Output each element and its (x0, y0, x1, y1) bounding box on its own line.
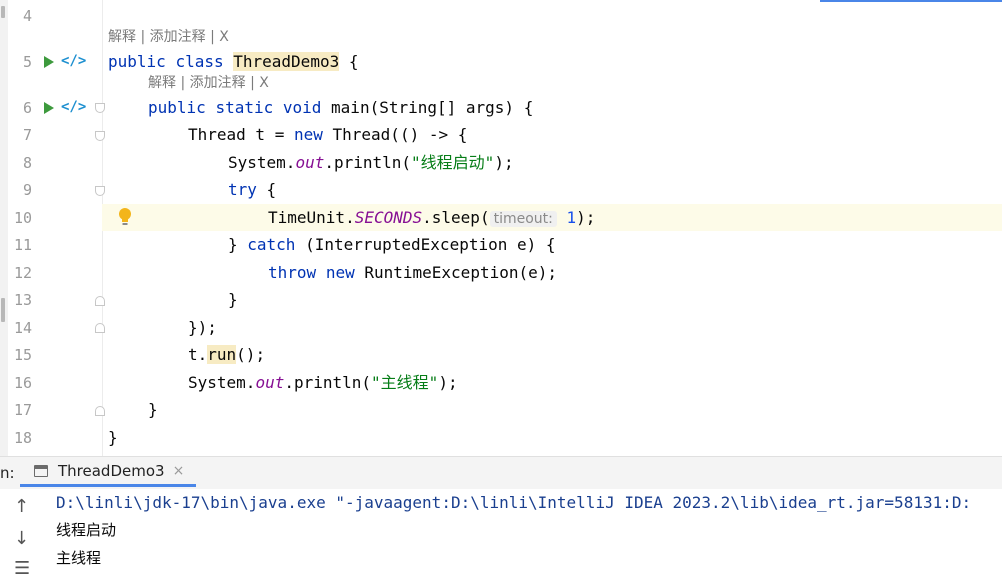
field-name: out (295, 153, 325, 172)
class-name: ThreadDemo3 (233, 52, 340, 71)
code-text: ); (438, 373, 458, 392)
console-command-line: D:\linli\jdk-17\bin\java.exe "-javaagent… (56, 493, 972, 512)
keyword: catch (247, 235, 296, 254)
code-line-14: }); (188, 318, 217, 337)
code-text: (InterruptedException e) { (295, 235, 556, 254)
keyword: new (293, 125, 323, 144)
parameter-hint: timeout: (489, 211, 557, 227)
string-literal: "主线程" (371, 373, 439, 392)
console-window-icon (34, 464, 48, 477)
number-literal: 1 (566, 208, 577, 227)
code-text: System. (188, 373, 256, 392)
code-text: ); (576, 208, 596, 227)
run-tool-window-header: n: ThreadDemo3 × (0, 456, 1002, 490)
keyword: new (325, 263, 355, 282)
code-text: Thread t = (188, 125, 294, 144)
code-vision-hint[interactable]: 解释 | 添加注释 | X (108, 29, 229, 45)
code-line-6: public static void main(String[] args) { (148, 98, 533, 118)
run-tab-label: ThreadDemo3 (58, 461, 165, 480)
keyword: try (228, 180, 257, 199)
code-line-10: TimeUnit.SECONDS.sleep(timeout: 1); (268, 208, 595, 229)
menu-icon[interactable]: ☰ (14, 559, 30, 579)
code-line-16: System.out.println("主线程"); (188, 373, 458, 393)
keyword: public (148, 98, 206, 117)
code-text: System. (228, 153, 296, 172)
arrow-down-icon[interactable]: ↓ (14, 529, 29, 549)
code-text: RuntimeException(e); (354, 263, 558, 282)
code-text: t. (188, 345, 208, 364)
keyword: void (282, 98, 322, 117)
code-text: ); (494, 153, 514, 172)
code-text: } (228, 235, 248, 254)
line-number: 16 (13, 374, 32, 392)
arrow-up-icon[interactable]: ↑ (14, 497, 29, 517)
field-name: SECONDS (354, 208, 423, 227)
code-text: TimeUnit. (268, 208, 355, 227)
code-text: Thread(() -> { (322, 125, 468, 144)
code-text: (); (236, 345, 266, 364)
tool-window-title: n: (0, 464, 15, 482)
code-text: .sleep( (422, 208, 490, 227)
code-editor[interactable]: 解释 | 添加注释 | X 解释 | 添加注释 | X public class… (102, 0, 1002, 456)
code-line-9: try { (228, 180, 276, 200)
field-name: out (255, 373, 285, 392)
keyword: class (175, 52, 224, 71)
code-text: { (256, 180, 277, 199)
line-number: 10 (13, 209, 32, 227)
code-text: .println( (284, 373, 372, 392)
code-line-15: t.run(); (188, 345, 265, 365)
keyword: throw (268, 263, 317, 282)
code-line-7: Thread t = new Thread(() -> { (188, 125, 467, 145)
keyword: static (215, 98, 274, 117)
string-literal: "线程启动" (411, 153, 495, 172)
line-number: 5 (22, 53, 32, 71)
line-number: 9 (22, 181, 32, 199)
line-number: 12 (13, 264, 32, 282)
run-triangle-icon[interactable] (44, 56, 54, 68)
line-number: 4 (22, 7, 32, 25)
console-output-line: 线程启动 (56, 521, 117, 539)
implement-link-icon[interactable]: </> (61, 99, 86, 115)
code-line-11: } catch (InterruptedException e) { (228, 235, 556, 255)
line-number: 6 (22, 99, 32, 117)
line-number: 14 (13, 319, 32, 337)
close-icon[interactable]: × (173, 463, 185, 479)
run-tab[interactable]: ThreadDemo3 × (20, 457, 197, 487)
code-line-13: } (228, 290, 238, 309)
keyword: public (108, 52, 166, 71)
line-number: 15 (13, 346, 32, 364)
line-number: 13 (13, 291, 32, 309)
lightbulb-icon[interactable] (118, 207, 132, 227)
line-number: 7 (22, 126, 32, 144)
console-toolbar: ↑ ↓ ☰ (0, 489, 47, 579)
edge-marker (1, 6, 5, 18)
window-edge (0, 0, 8, 456)
code-line-12: throw new RuntimeException(e); (268, 263, 557, 283)
line-number: 8 (22, 154, 32, 172)
implement-link-icon[interactable]: </> (61, 53, 86, 69)
code-text: main(String[] args) { (321, 98, 534, 117)
console-output-line: 主线程 (56, 549, 102, 567)
code-line-18: } (108, 428, 118, 447)
editor-gutter: 4 5 6 7 8 9 10 11 12 13 14 15 16 17 18 <… (8, 0, 105, 456)
line-number: 18 (13, 429, 32, 447)
code-text: .println( (324, 153, 412, 172)
line-number: 17 (13, 401, 32, 419)
code-text: { (339, 52, 359, 71)
line-number: 11 (13, 236, 32, 254)
code-vision-hint[interactable]: 解释 | 添加注释 | X (148, 75, 269, 91)
edge-marker (1, 298, 5, 322)
code-line-17: } (148, 400, 158, 419)
code-line-8: System.out.println("线程启动"); (228, 153, 514, 173)
method-name: run (207, 345, 237, 364)
code-line-5: public class ThreadDemo3 { (108, 52, 358, 72)
console-output[interactable]: D:\linli\jdk-17\bin\java.exe "-javaagent… (46, 489, 1002, 575)
run-triangle-icon[interactable] (44, 102, 54, 114)
